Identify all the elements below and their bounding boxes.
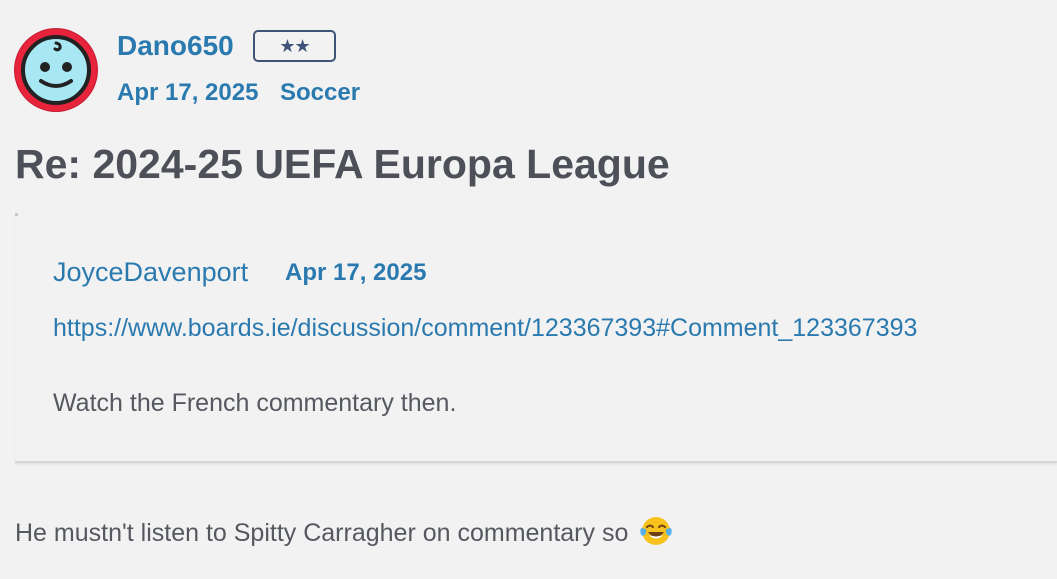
quote-text: Watch the French commentary then. xyxy=(53,389,457,417)
quote-marker xyxy=(15,213,18,216)
author-username[interactable]: Dano650 xyxy=(117,27,234,65)
quote-link[interactable]: https://www.boards.ie/discussion/comment… xyxy=(53,311,917,345)
rank-badge: ★★ xyxy=(253,30,336,62)
quote-block: JoyceDavenport Apr 17, 2025 https://www.… xyxy=(15,213,1057,463)
quote-author[interactable]: JoyceDavenport xyxy=(53,255,248,289)
post-date[interactable]: Apr 17, 2025 xyxy=(117,78,258,108)
face-with-tears-of-joy-icon xyxy=(640,517,672,546)
post-body: He mustn't listen to Spitty Carragher on… xyxy=(15,515,673,551)
quote-date: Apr 17, 2025 xyxy=(285,259,427,286)
post-title: Re: 2024-25 UEFA Europa League xyxy=(15,141,670,187)
user-avatar[interactable] xyxy=(15,29,97,111)
category-link[interactable]: Soccer xyxy=(280,78,360,108)
forum-post: Dano650 ★★ Apr 17, 2025 Soccer Re: 2024-… xyxy=(0,0,1057,579)
post-body-text: He mustn't listen to Spitty Carragher on… xyxy=(15,519,629,547)
smiley-face-icon xyxy=(21,35,91,105)
